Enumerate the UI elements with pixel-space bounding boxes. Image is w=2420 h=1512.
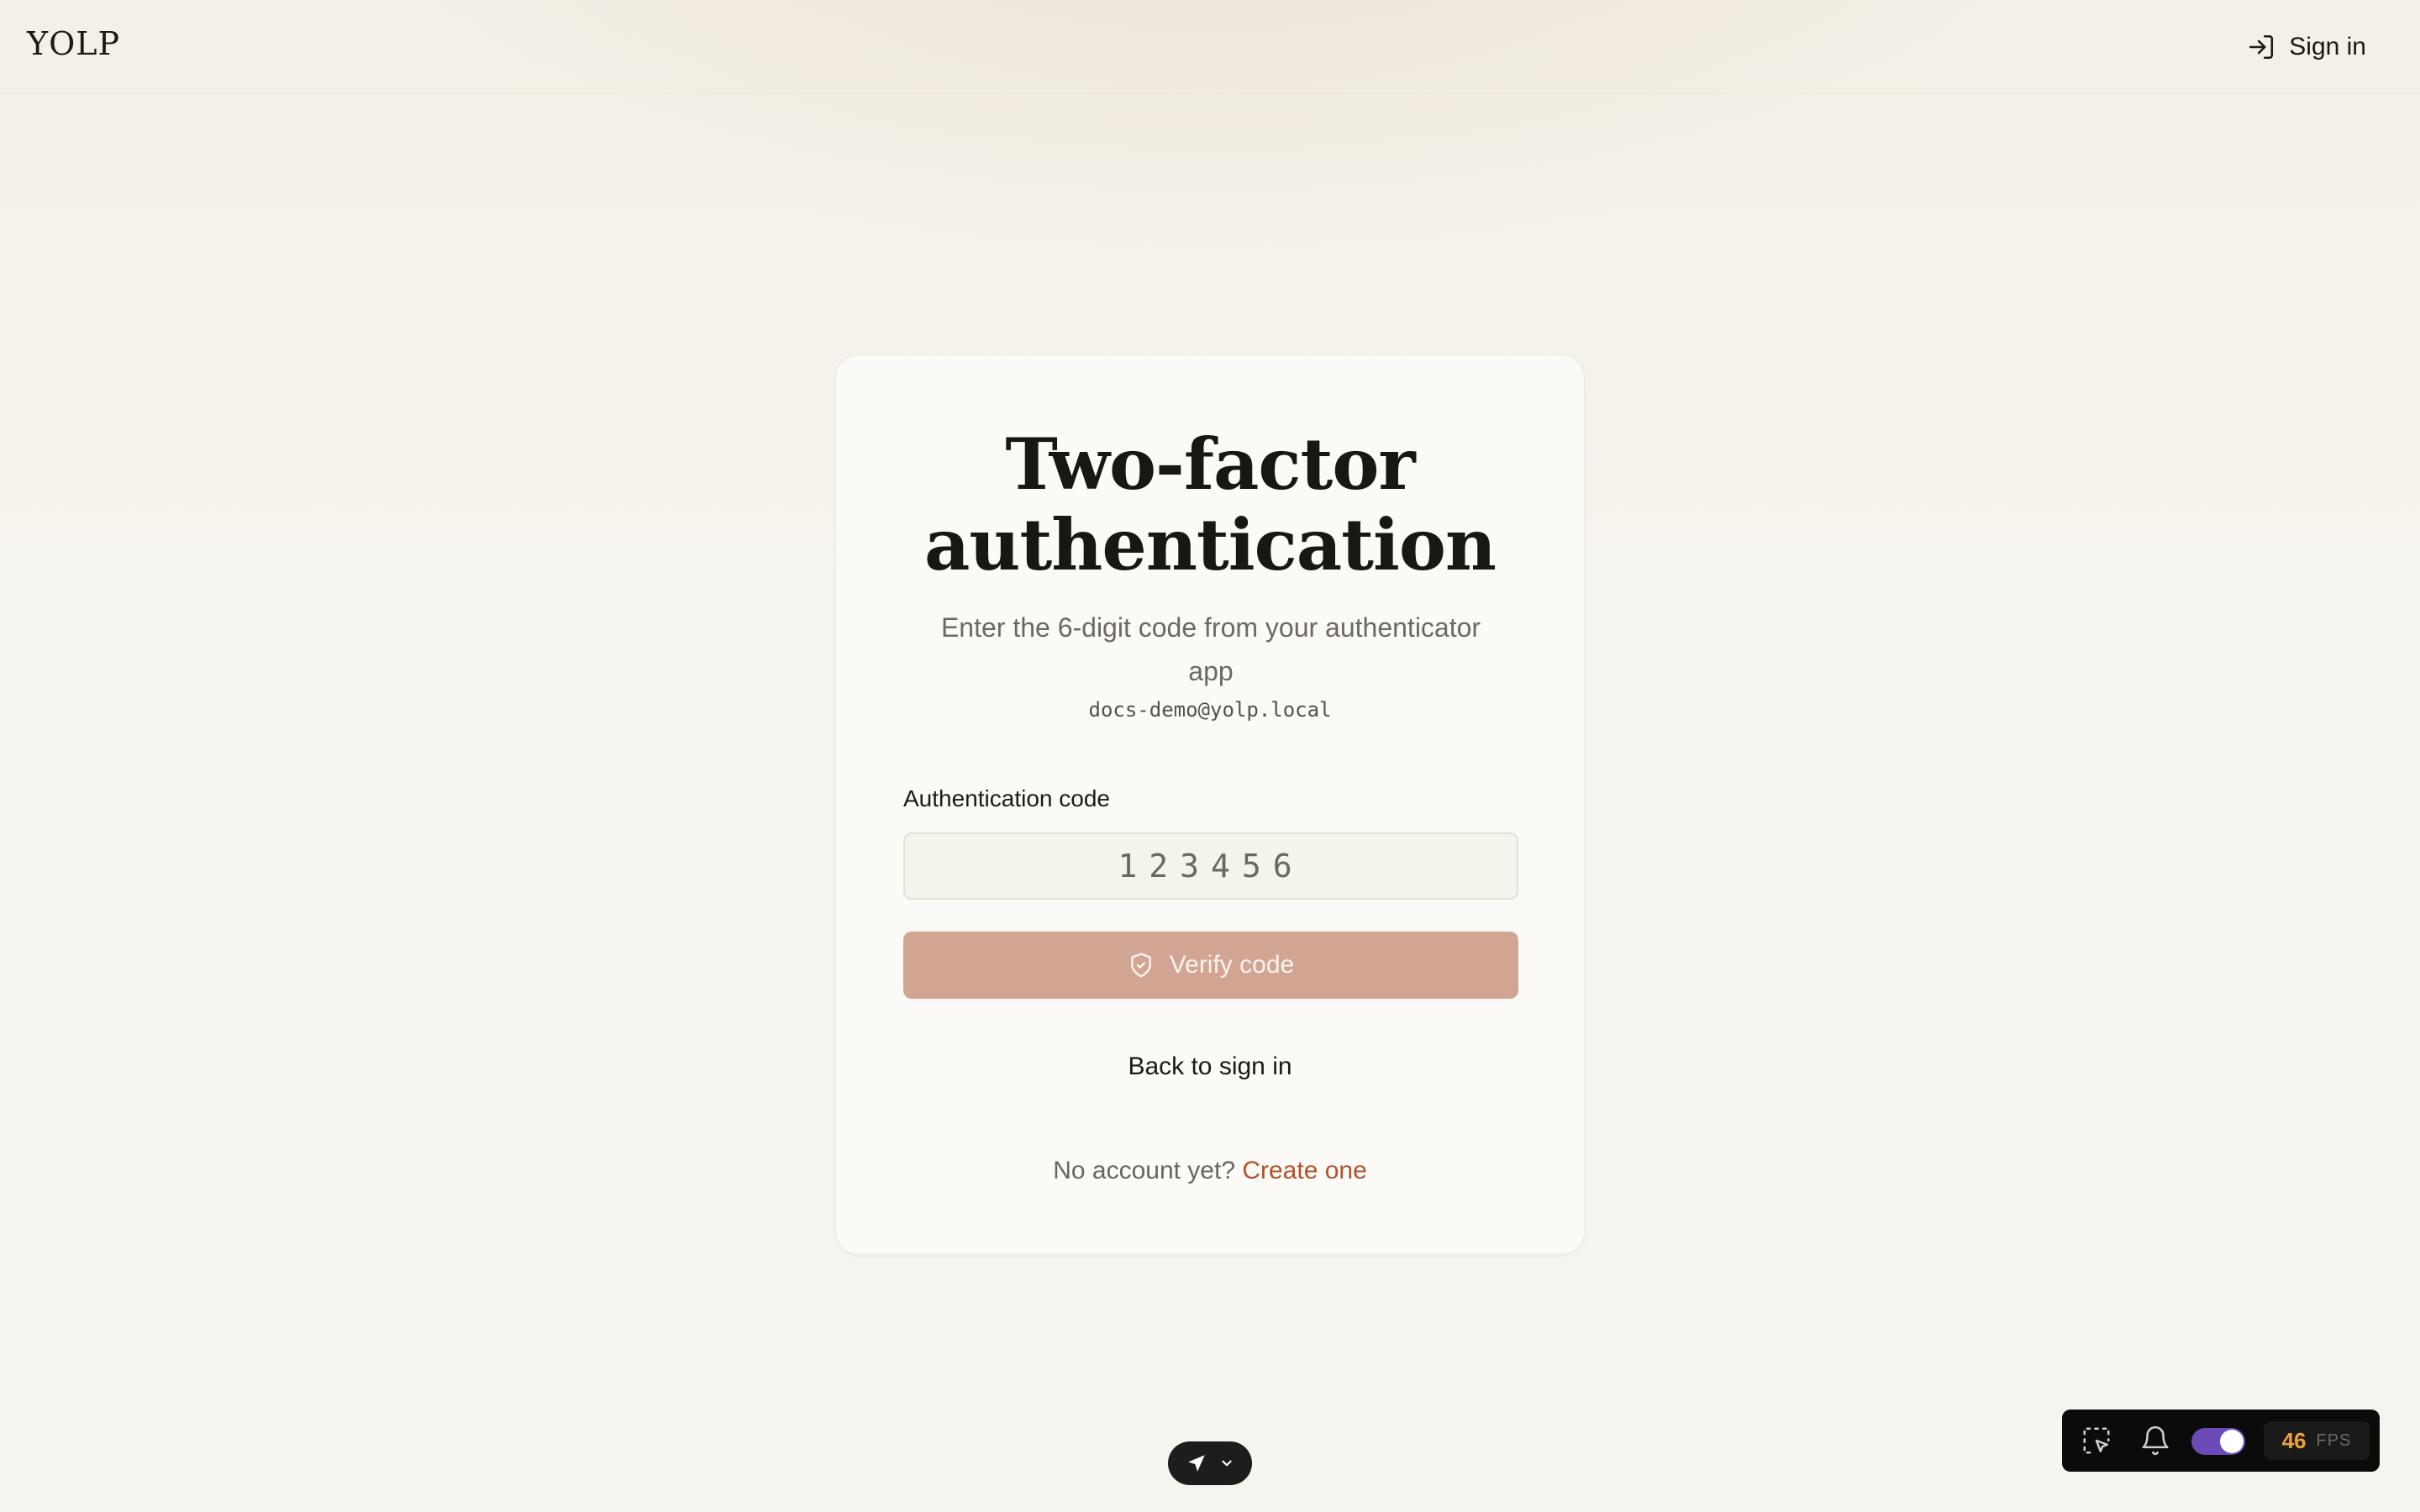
create-account-link[interactable]: Create one	[1242, 1157, 1366, 1184]
fps-label: FPS	[2316, 1431, 2352, 1450]
log-in-icon	[2249, 34, 2274, 60]
authentication-code-input[interactable]	[903, 832, 1518, 900]
back-to-sign-in-link[interactable]: Back to sign in	[836, 1053, 1584, 1081]
two-factor-card: Two-factor authentication Enter the 6-di…	[835, 354, 1585, 1255]
fps-value: 46	[2281, 1427, 2307, 1453]
theme-toggle[interactable]	[2191, 1428, 2245, 1455]
no-account-row: No account yet? Create one	[836, 1157, 1584, 1185]
account-email: docs-demo@yolp.local	[1088, 698, 1332, 722]
chevron-down-icon	[1222, 1460, 1232, 1467]
instructions-text: Enter the 6-digit code from your authent…	[940, 612, 1481, 686]
bell-icon[interactable]	[2139, 1425, 2171, 1457]
logo[interactable]: YOLP	[27, 25, 120, 62]
select-cursor-icon[interactable]	[2081, 1425, 2112, 1457]
dev-toolbar: 46 FPS	[2062, 1410, 2380, 1472]
fps-counter: 46 FPS	[2264, 1421, 2370, 1460]
no-account-text: No account yet?	[1053, 1157, 1235, 1184]
top-header: YOLP Sign in	[0, 0, 2420, 94]
verify-code-button[interactable]: Verify code	[903, 932, 1518, 999]
code-field-label: Authentication code	[903, 785, 1110, 811]
toggle-knob	[2220, 1430, 2244, 1453]
header-sign-in-link[interactable]: Sign in	[2247, 25, 2366, 69]
verify-code-label: Verify code	[1169, 951, 1295, 979]
floating-nav-pill[interactable]	[1168, 1441, 1252, 1485]
send-arrow-icon	[1188, 1455, 1205, 1472]
sign-in-label: Sign in	[2289, 33, 2366, 60]
page-title: Two-factor authentication	[924, 423, 1497, 586]
shield-check-icon	[1130, 953, 1151, 978]
